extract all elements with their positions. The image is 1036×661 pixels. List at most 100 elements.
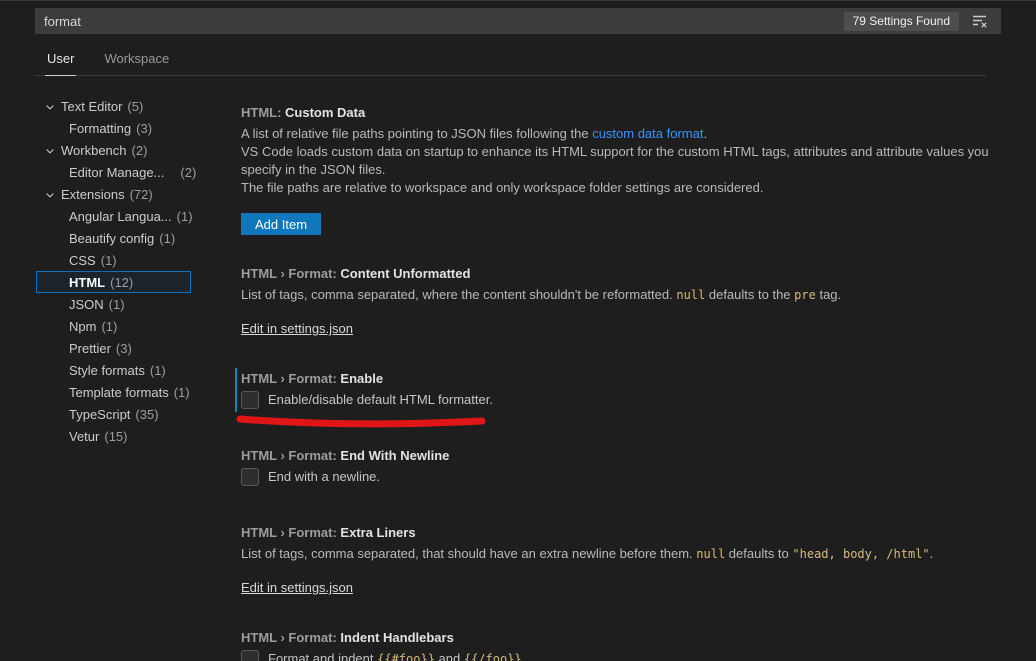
search-bar[interactable]: 79 Settings Found <box>35 8 1001 34</box>
setting-category-prefix: HTML: <box>241 105 285 120</box>
checkbox-indent-handlebars[interactable] <box>241 650 259 661</box>
sidebar-item-json[interactable]: JSON(1) <box>36 293 191 315</box>
text-segment: Enable/disable default HTML formatter. <box>268 392 493 407</box>
text-segment: Format and indent <box>268 651 377 661</box>
tree-item-label: Editor Manage... <box>69 165 164 180</box>
code-snippet: null <box>676 288 705 302</box>
tree-item-count: (72) <box>130 187 153 202</box>
text-segment: tag. <box>816 287 841 302</box>
tree-item-label: Angular Langua... <box>69 209 172 224</box>
tree-item-count: (1) <box>101 253 117 268</box>
tree-item-count: (1) <box>101 319 117 334</box>
text-segment: defaults to the <box>705 287 794 302</box>
sidebar-item-formatting[interactable]: Formatting(3) <box>36 117 191 139</box>
sidebar-item-extensions[interactable]: Extensions (72) <box>36 183 191 205</box>
tree-item-count: (1) <box>109 297 125 312</box>
setting-title: HTML: Custom Data <box>241 104 1006 122</box>
description-line: List of tags, comma separated, that shou… <box>241 545 1001 563</box>
tree-item-count: (1) <box>177 209 193 224</box>
chevron-down-icon <box>44 101 56 113</box>
search-input[interactable] <box>44 14 844 29</box>
filter-clear-icon[interactable] <box>969 11 991 31</box>
sidebar-item-prettier[interactable]: Prettier (3) <box>36 337 191 359</box>
tree-item-count: (5) <box>127 99 143 114</box>
text-segment: . <box>522 651 526 661</box>
sidebar-item-vetur[interactable]: Vetur (15) <box>36 425 191 447</box>
setting-title: HTML › Format: Extra Liners <box>241 524 1006 542</box>
setting-title: HTML › Format: Indent Handlebars <box>241 629 1006 647</box>
add-item-button[interactable]: Add Item <box>241 213 321 235</box>
text-segment: The file paths are relative to workspace… <box>241 180 763 195</box>
description-line: VS Code loads custom data on startup to … <box>241 143 1001 179</box>
tree-item-label: Vetur <box>69 429 99 444</box>
tree-item-label: Extensions <box>61 187 125 202</box>
checkbox-end-with-newline[interactable] <box>241 468 259 486</box>
checkbox-label: Enable/disable default HTML formatter. <box>268 391 493 409</box>
tab-workspace[interactable]: Workspace <box>102 43 171 76</box>
setting-custom-data: HTML: Custom Data A list of relative file… <box>233 104 1006 235</box>
code-snippet: null <box>696 547 725 561</box>
sidebar-item-text-editor[interactable]: Text Editor(5) <box>36 95 191 117</box>
sidebar-item-css[interactable]: CSS(1) <box>36 249 191 271</box>
setting-title: HTML › Format: Enable <box>241 370 1006 388</box>
setting-category-prefix: HTML › Format: <box>241 630 340 645</box>
tree-item-count: (1) <box>150 363 166 378</box>
setting-checkbox-row: End with a newline. <box>241 468 1006 486</box>
edit-in-settings-json-link[interactable]: Edit in settings.json <box>241 320 353 338</box>
text-segment: A list of relative file paths pointing t… <box>241 126 592 141</box>
checkbox-label: Format and indent {{#foo}} and {{/foo}}. <box>268 650 525 661</box>
sidebar-item-workbench[interactable]: Workbench (2) <box>36 139 191 161</box>
setting-title: HTML › Format: End With Newline <box>241 447 1006 465</box>
chevron-down-icon <box>44 189 56 201</box>
tree-item-label: Beautify config <box>69 231 154 246</box>
code-snippet: "head, body, /html" <box>792 547 929 561</box>
setting-name: Enable <box>340 371 383 386</box>
checkbox-enable[interactable] <box>241 391 259 409</box>
setting-category-prefix: HTML › Format: <box>241 266 340 281</box>
settings-body: Text Editor(5)Formatting(3)Workbench(2)E… <box>0 76 1036 659</box>
setting-indent-handlebars: HTML › Format: Indent Handlebars Format a… <box>233 629 1006 661</box>
code-snippet: pre <box>794 288 816 302</box>
tree-item-label: Formatting <box>69 121 131 136</box>
sidebar-item-editor-manage[interactable]: Editor Manage...(2) <box>36 161 191 183</box>
settings-tree-sidebar: Text Editor(5)Formatting(3)Workbench(2)E… <box>0 76 225 659</box>
text-segment: . <box>703 126 707 141</box>
tree-item-count: (1) <box>174 385 190 400</box>
tree-item-count: (3) <box>116 341 132 356</box>
sidebar-item-template-formats[interactable]: Template formats(1) <box>36 381 191 403</box>
setting-description: A list of relative file paths pointing t… <box>241 125 1001 197</box>
tree-item-count: (35) <box>135 407 158 422</box>
tree-item-count: (15) <box>104 429 127 444</box>
setting-category-prefix: HTML › Format: <box>241 371 340 386</box>
sidebar-item-html[interactable]: HTML(12) <box>36 271 191 293</box>
setting-description: List of tags, comma separated, that shou… <box>241 545 1001 563</box>
setting-end-with-newline: HTML › Format: End With Newline End with … <box>233 447 1006 486</box>
setting-name: Extra Liners <box>340 525 415 540</box>
setting-category-prefix: HTML › Format: <box>241 525 340 540</box>
red-underline-annotation <box>235 414 487 435</box>
sidebar-item-npm[interactable]: Npm(1) <box>36 315 191 337</box>
scope-tabs: User Workspace <box>35 43 986 76</box>
text-segment: and <box>435 651 464 661</box>
tab-user[interactable]: User <box>45 43 76 76</box>
setting-category-prefix: HTML › Format: <box>241 448 340 463</box>
sidebar-item-style-formats[interactable]: Style formats(1) <box>36 359 191 381</box>
edit-in-settings-json-link[interactable]: Edit in settings.json <box>241 579 353 597</box>
description-line: List of tags, comma separated, where the… <box>241 286 1001 304</box>
sidebar-item-typescript[interactable]: TypeScript(35) <box>36 403 191 425</box>
tree-item-label: Prettier <box>69 341 111 356</box>
text-segment: . <box>930 546 934 561</box>
setting-name: Indent Handlebars <box>340 630 453 645</box>
tree-item-count: (12) <box>110 275 133 290</box>
inline-doc-link[interactable]: custom data format <box>592 126 703 141</box>
tree-item-count: (1) <box>159 231 175 246</box>
text-segment: VS Code loads custom data on startup to … <box>241 144 989 177</box>
chevron-down-icon <box>44 145 56 157</box>
sidebar-item-angular-langua[interactable]: Angular Langua... (1) <box>36 205 191 227</box>
setting-extra-liners: HTML › Format: Extra Liners List of tags,… <box>233 524 1006 597</box>
sidebar-item-beautify-config[interactable]: Beautify config (1) <box>36 227 191 249</box>
description-line: The file paths are relative to workspace… <box>241 179 1001 197</box>
tree-item-count: (2) <box>132 143 148 158</box>
setting-checkbox-row: Format and indent {{#foo}} and {{/foo}}. <box>241 650 1006 661</box>
tree-item-label: Workbench <box>61 143 127 158</box>
